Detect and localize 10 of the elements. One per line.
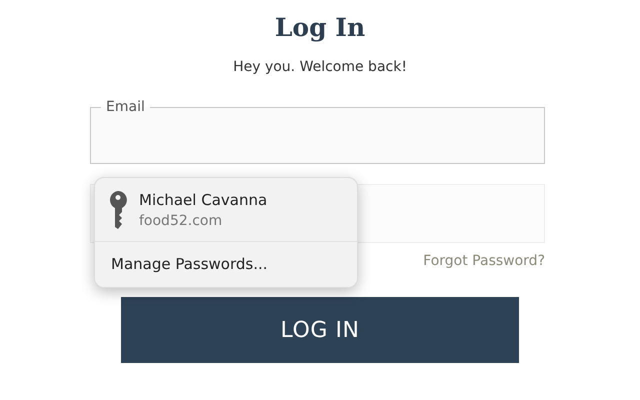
account-name: Michael Cavanna [139,190,268,210]
page-title: Log In [274,12,366,44]
manage-passwords-item[interactable]: Manage Passwords... [95,242,357,287]
welcome-text: Hey you. Welcome back! [233,58,407,77]
email-label: Email [105,98,146,117]
saved-login-item[interactable]: Michael Cavanna food52.com [95,178,357,242]
login-button[interactable]: LOG IN [121,297,519,363]
account-site: food52.com [139,212,224,230]
key-icon [109,190,127,228]
email-field[interactable]: Email [90,97,545,164]
